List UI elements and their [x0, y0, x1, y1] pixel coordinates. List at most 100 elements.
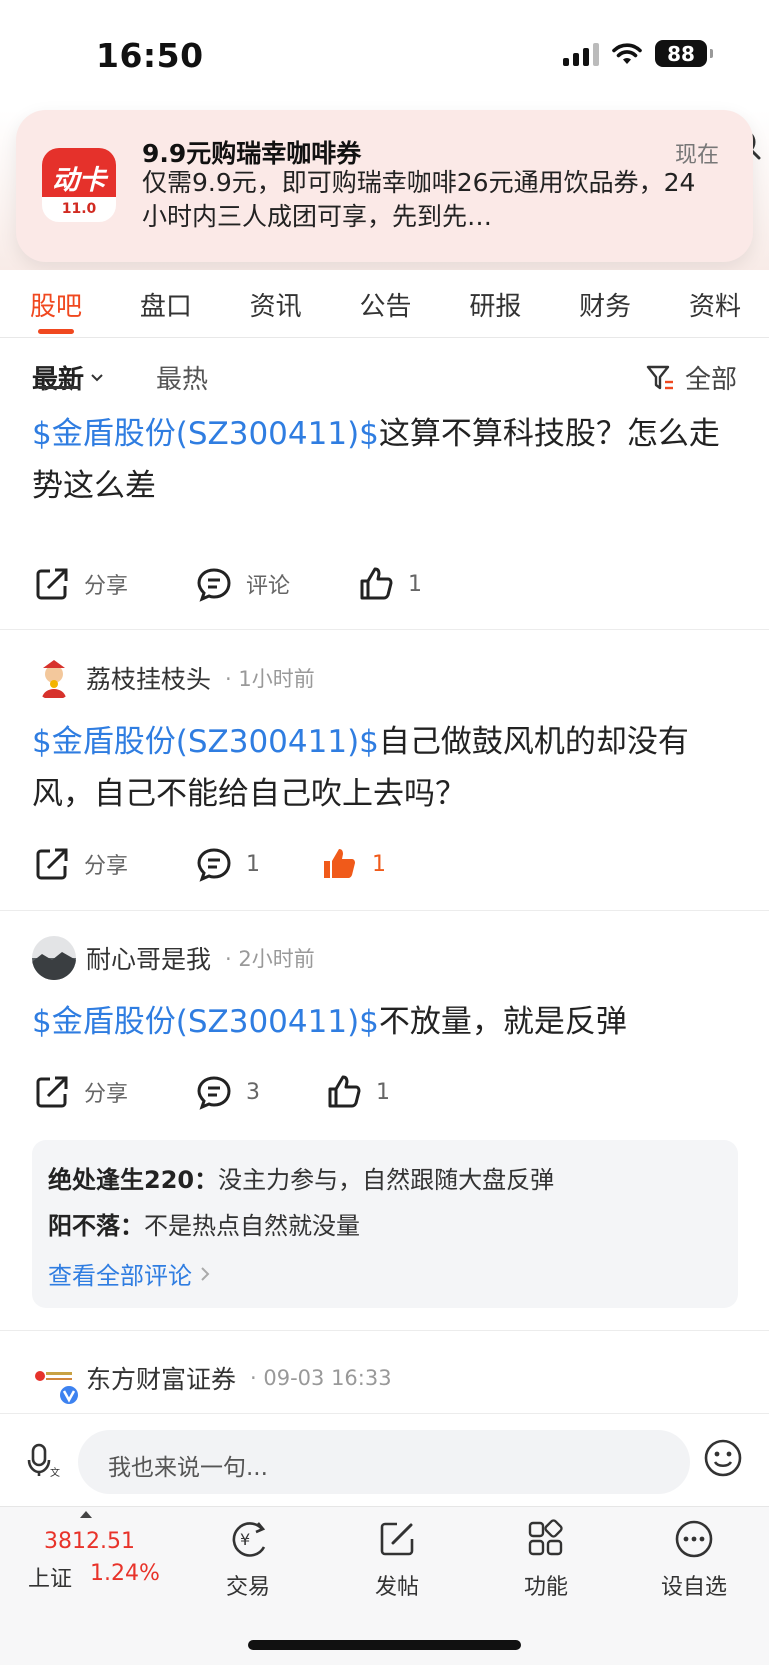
notification-body: 仅需9.9元，即可购瑞幸咖啡26元通用饮品券，24小时内三人成团可享，先到先… [142, 168, 696, 231]
index-name: 上证 [28, 1567, 73, 1592]
share-button[interactable]: 分享 [34, 1074, 128, 1110]
emoji-icon[interactable] [703, 1438, 743, 1478]
sort-newest-dropdown[interactable]: 最新 [32, 359, 104, 396]
notification-time: 现在 [674, 143, 719, 168]
post-content[interactable]: $金盾股份(SZ300411)$这算不算科技股？怎么走势这么差 [32, 408, 742, 512]
comment-button[interactable]: 3 [196, 1074, 260, 1110]
avatar[interactable] [32, 936, 76, 980]
home-indicator[interactable] [248, 1640, 521, 1650]
filter-row: 最新 最热 全部 [0, 339, 769, 401]
svg-text:¥: ¥ [240, 1530, 250, 1549]
avatar[interactable] [32, 656, 76, 700]
share-button[interactable]: 分享 [34, 846, 128, 882]
push-notification[interactable]: 动卡 11.0 9.9元购瑞幸咖啡券 现在 仅需9.9元，即可购瑞幸咖啡26元通… [16, 110, 753, 262]
market-index-ticker[interactable]: 3812.51 上证 1.24% [0, 1507, 178, 1607]
like-count: 1 [408, 571, 422, 597]
filter-all-label: 全部 [684, 365, 737, 395]
sort-newest-label: 最新 [32, 365, 85, 395]
tab-bar: 股吧 盘口 资讯 公告 研报 财务 资料 [0, 270, 769, 338]
app-icon: 动卡 11.0 [42, 148, 116, 222]
post-text: 不放量，就是反弹 [378, 1004, 627, 1040]
tab-news[interactable]: 资讯 [250, 270, 302, 337]
avatar[interactable] [32, 1356, 80, 1406]
app-icon-version: 11.0 [61, 201, 97, 217]
voice-input-icon[interactable]: 文 [26, 1442, 62, 1478]
share-label: 分享 [84, 574, 129, 599]
comment-user[interactable]: 绝处逢生220： [48, 1166, 218, 1194]
comment-count: 评论 [246, 574, 291, 599]
like-button[interactable]: 1 [322, 846, 386, 882]
stock-link[interactable]: $金盾股份(SZ300411)$ [32, 724, 379, 760]
comment-button[interactable]: 评论 [196, 566, 290, 602]
like-count: 1 [372, 851, 386, 877]
comment-count: 3 [246, 1079, 260, 1105]
tab-guba[interactable]: 股吧 [30, 270, 82, 337]
battery-level: 88 [667, 41, 695, 66]
verified-badge-icon [58, 1384, 80, 1406]
author-row[interactable]: 耐心哥是我 · 2小时前 [32, 936, 315, 980]
author-name[interactable]: 东方财富证券 [86, 1360, 236, 1396]
app-icon-text: 动卡 [52, 165, 106, 196]
svg-text:文: 文 [50, 1466, 60, 1478]
tab-research[interactable]: 研报 [469, 270, 521, 337]
nav-trade-label: 交易 [225, 1575, 270, 1600]
comment-text: 没主力参与，自然跟随大盘反弹 [218, 1166, 555, 1194]
tab-announcements[interactable]: 公告 [359, 270, 411, 337]
author-row[interactable]: 东方财富证券 · 09-03 16:33 [32, 1356, 392, 1406]
notification-title: 9.9元购瑞幸咖啡券 [142, 139, 362, 168]
nav-functions[interactable]: 功能 [486, 1519, 606, 1601]
like-count: 1 [376, 1079, 390, 1105]
nav-add-watchlist[interactable]: 设自选 [634, 1519, 754, 1601]
view-all-label: 查看全部评论 [48, 1262, 192, 1290]
comment-count: 1 [246, 851, 260, 877]
index-value: 3812.51 [44, 1529, 135, 1554]
tab-pankou[interactable]: 盘口 [140, 270, 192, 337]
post-content[interactable]: $金盾股份(SZ300411)$自己做鼓风机的却没有风，自己不能给自己吹上去吗？ [32, 716, 742, 820]
more-icon [675, 1520, 713, 1558]
comment-preview[interactable]: 阳不落：不是热点自然就没量 [48, 1206, 360, 1241]
share-button[interactable]: 分享 [34, 566, 128, 602]
comment-button[interactable]: 1 [196, 846, 260, 882]
nav-post[interactable]: 发帖 [337, 1519, 457, 1601]
post-content[interactable]: $金盾股份(SZ300411)$不放量，就是反弹 [32, 996, 742, 1048]
comment-user[interactable]: 阳不落： [48, 1212, 144, 1240]
author-name[interactable]: 荔枝挂枝头 [86, 660, 211, 696]
nav-add-watchlist-label: 设自选 [660, 1575, 727, 1600]
signal-icon [563, 42, 599, 66]
index-change: 1.24% [90, 1561, 160, 1586]
like-button[interactable]: 1 [358, 566, 422, 602]
post-time: · 1小时前 [225, 667, 315, 691]
author-name[interactable]: 耐心哥是我 [86, 940, 211, 976]
comment-preview-box[interactable]: 绝处逢生220：没主力参与，自然跟随大盘反弹 阳不落：不是热点自然就没量 查看全… [32, 1140, 738, 1308]
comment-input[interactable]: 我也来说一句... [78, 1430, 690, 1494]
comment-icon [197, 568, 231, 602]
avatar-clipped [38, 386, 80, 389]
share-icon [36, 848, 68, 880]
thumbs-up-icon [360, 567, 393, 600]
status-bar: 16:50 88 [0, 0, 769, 110]
like-button[interactable]: 1 [326, 1074, 390, 1110]
comment-text: 不是热点自然就没量 [144, 1212, 360, 1240]
comment-icon [197, 848, 231, 882]
share-icon [36, 1076, 68, 1108]
tab-finance[interactable]: 财务 [579, 270, 631, 337]
sort-hottest[interactable]: 最热 [156, 359, 208, 396]
trade-icon: ¥ [232, 1522, 266, 1557]
divider [0, 1330, 769, 1331]
tab-profile[interactable]: 资料 [689, 270, 741, 337]
divider [0, 910, 769, 911]
comment-preview[interactable]: 绝处逢生220：没主力参与，自然跟随大盘反弹 [48, 1160, 554, 1195]
author-row[interactable]: 荔枝挂枝头 · 1小时前 [32, 656, 315, 700]
view-all-comments-link[interactable]: 查看全部评论 [48, 1256, 210, 1291]
thumbs-up-icon [328, 1075, 361, 1108]
share-label: 分享 [84, 854, 129, 879]
filter-all-button[interactable]: 全部 [645, 359, 737, 396]
stock-link[interactable]: $金盾股份(SZ300411)$ [32, 1004, 379, 1040]
stock-link[interactable]: $金盾股份(SZ300411)$ [32, 416, 379, 452]
share-icon [36, 568, 68, 600]
chevron-right-icon [201, 1266, 210, 1281]
nav-trade[interactable]: ¥ 交易 [188, 1519, 308, 1601]
status-icons: 88 [563, 40, 713, 67]
comment-icon [197, 1076, 231, 1110]
expand-arrow-icon [80, 1511, 92, 1518]
